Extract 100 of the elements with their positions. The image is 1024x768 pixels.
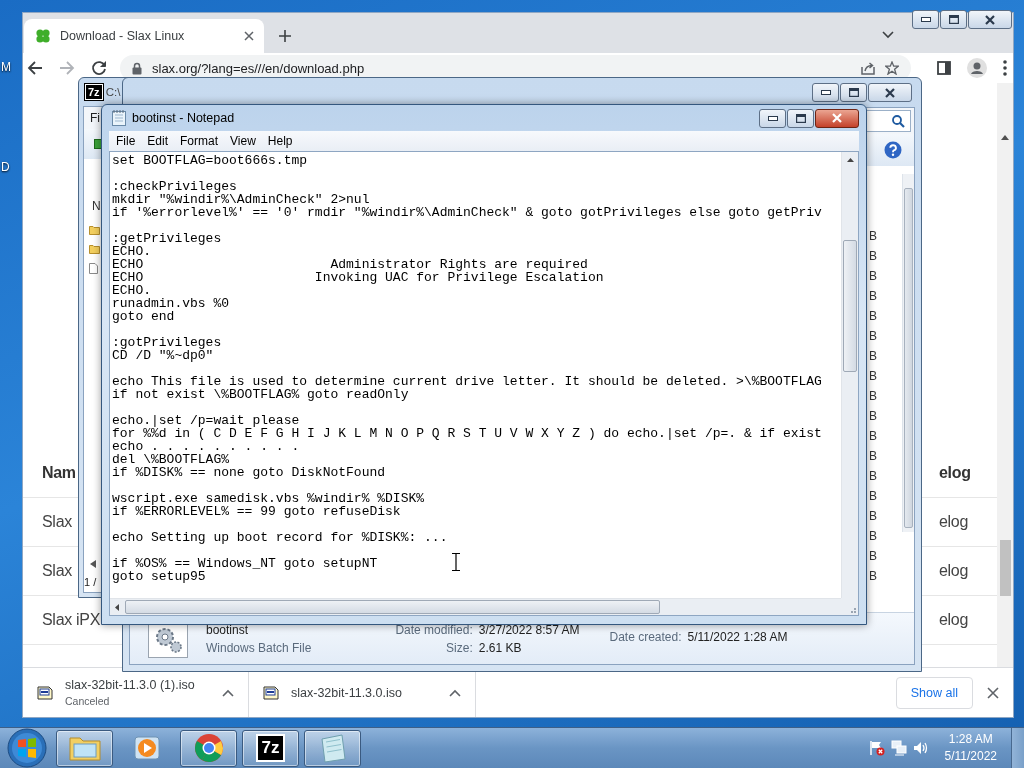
close-button[interactable] <box>868 83 912 102</box>
code-line: runadmin.vbs %0 <box>112 297 230 310</box>
chevron-up-icon[interactable] <box>449 688 461 697</box>
close-icon[interactable] <box>987 686 999 699</box>
table-cell-text: B <box>869 488 877 505</box>
code-line: :getPrivileges <box>112 232 222 245</box>
reload-icon[interactable] <box>91 60 107 76</box>
app-logo: 7z <box>257 736 284 760</box>
minimize-button[interactable] <box>759 108 786 128</box>
taskbar-button[interactable]: 7z <box>242 729 299 767</box>
download-filename: slax-32bit-11.3.0.iso <box>291 685 402 700</box>
code-line: goto end <box>112 310 175 323</box>
profile-icon[interactable] <box>967 58 987 78</box>
minimize-icon <box>920 17 931 22</box>
menu-item[interactable]: View <box>224 133 262 149</box>
app-logo: 7z <box>85 84 103 100</box>
browser-tab[interactable]: Download - Slax Linux <box>24 19 264 53</box>
code-line: ECHO. <box>112 245 151 258</box>
code-line: echo This file is used to determine current drive letter. It should be deleted. >\%BOOTFLAG <box>112 375 822 388</box>
share-icon[interactable] <box>861 61 875 75</box>
back-icon[interactable] <box>27 60 43 76</box>
text-cursor-icon <box>452 553 460 571</box>
desktop-icon-label: D <box>0 160 10 174</box>
field-label: Date modified: <box>395 622 473 637</box>
star-icon[interactable] <box>885 61 899 75</box>
vertical-scrollbar[interactable] <box>841 152 858 598</box>
scroll-left-icon[interactable] <box>90 560 96 568</box>
network-icon[interactable] <box>890 740 907 756</box>
minimize-button[interactable] <box>812 83 839 102</box>
table-cell-text: B <box>869 348 877 365</box>
scrollbar-thumb[interactable] <box>125 600 660 614</box>
scroll-left-icon[interactable] <box>115 603 119 611</box>
maximize-button[interactable] <box>787 108 814 128</box>
close-icon <box>985 14 995 25</box>
show-all-button[interactable]: Show all <box>895 676 973 709</box>
table-cell: Slax <box>42 562 72 580</box>
maximize-button[interactable] <box>840 83 867 102</box>
volume-icon[interactable] <box>912 740 929 756</box>
field-value: 5/11/2022 1:28 AM <box>687 629 788 644</box>
scrollbar-thumb[interactable] <box>999 540 1011 596</box>
menu-item[interactable]: Help <box>261 133 299 149</box>
column-header: Nam <box>42 464 76 482</box>
table-cell-text: B <box>869 528 877 545</box>
menu-item[interactable]: File <box>110 133 142 149</box>
code-line: if not exist \%BOOTFLAG% goto readOnly <box>112 388 409 401</box>
maximize-button[interactable] <box>940 10 967 29</box>
disc-file-icon <box>263 684 280 701</box>
menu-item[interactable]: Fi <box>87 109 103 127</box>
table-cell-text: B <box>869 308 877 325</box>
code-line: set BOOTFLAG=boot666s.tmp <box>112 154 308 167</box>
code-line: for %%d in ( C D E F G H I J K L M N O P Q R S T U V W X Y Z ) do echo.|set /p=. & if exist <box>112 427 822 440</box>
code-line: echo.|set /p=wait please <box>112 414 300 427</box>
scrollbar-thumb[interactable] <box>904 188 913 528</box>
minimize-button[interactable] <box>912 10 939 29</box>
code-line: del \%BOOTFLAG% <box>112 453 230 466</box>
field-label: Date created: <box>609 629 682 644</box>
table-cell-text: B <box>869 448 877 465</box>
scroll-up-icon[interactable] <box>846 158 854 162</box>
maximize-icon <box>948 15 959 24</box>
field-label: Size: <box>446 640 473 655</box>
chevron-down-icon[interactable] <box>882 31 894 39</box>
clock-time: 1:28 AM <box>948 731 993 748</box>
taskbar-button[interactable] <box>56 729 113 767</box>
menu-item[interactable]: Format <box>174 133 225 149</box>
column-header: N <box>91 199 101 215</box>
sidebar-icon[interactable] <box>937 61 951 75</box>
scrollbar-thumb[interactable] <box>843 240 857 372</box>
table-cell: Slax <box>42 513 72 531</box>
close-icon <box>832 113 842 123</box>
scroll-up-icon[interactable] <box>1001 135 1009 140</box>
code-line: ECHO. <box>112 284 151 297</box>
column-header: elog <box>939 464 971 482</box>
start-button[interactable] <box>4 728 50 768</box>
show-desktop-button[interactable] <box>1011 728 1024 768</box>
close-button[interactable] <box>815 108 859 128</box>
help-icon[interactable] <box>884 141 902 159</box>
table-cell-text: B <box>869 428 877 445</box>
minimize-icon <box>767 115 778 121</box>
horizontal-scrollbar[interactable] <box>110 598 841 615</box>
field-value: 2.61 KB <box>478 640 523 655</box>
flag-icon[interactable] <box>868 740 885 756</box>
new-tab-icon[interactable] <box>279 30 291 42</box>
menu-item[interactable]: Edit <box>141 133 175 149</box>
close-icon[interactable] <box>244 31 254 41</box>
taskbar-button[interactable] <box>304 729 361 767</box>
code-line: wscript.exe samedisk.vbs %windir% %DISK% <box>112 492 425 505</box>
table-cell-text: B <box>869 548 877 565</box>
search-field[interactable] <box>866 110 911 132</box>
table-cell: elog <box>939 513 969 531</box>
minimize-icon <box>820 90 831 95</box>
lock-icon <box>132 61 142 75</box>
close-button[interactable] <box>968 10 1012 29</box>
play-icon <box>133 735 160 761</box>
menu-icon[interactable] <box>1003 60 1007 76</box>
table-cell: Slax iPX <box>42 611 101 629</box>
taskbar-button[interactable] <box>180 729 237 767</box>
chevron-up-icon[interactable] <box>222 688 234 697</box>
field-value: 3/27/2022 8:57 AM <box>478 622 580 637</box>
download-filename: slax-32bit-11.3.0 (1).iso <box>65 678 195 692</box>
table-cell-text: B <box>869 408 877 425</box>
